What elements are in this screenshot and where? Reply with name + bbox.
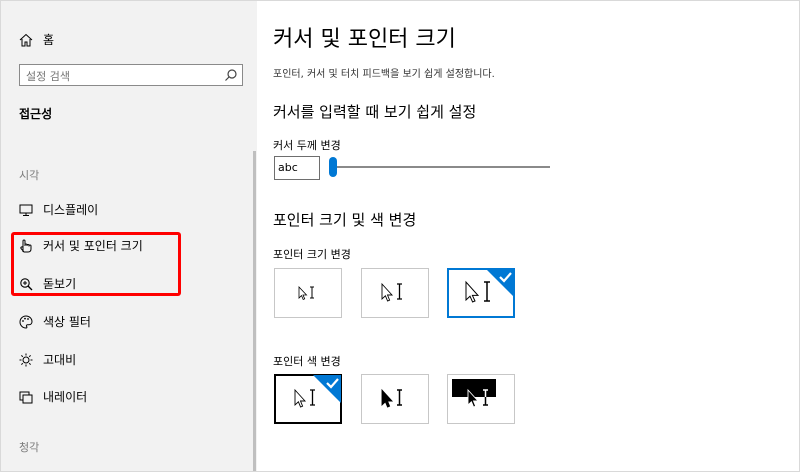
cursor-section-heading: 커서를 입력할 때 보기 쉽게 설정 (273, 103, 477, 121)
pointer-size-medium-option[interactable] (361, 268, 429, 318)
sidebar: 홈 접근성 시각 디스플레이 커서 및 포인터 크기 돋보기 색상 필터 고대비… (1, 1, 257, 471)
settings-search-box[interactable] (19, 64, 243, 87)
cursor-thickness-slider-track[interactable] (332, 166, 550, 168)
home-icon (19, 33, 33, 46)
pointer-size-small-option[interactable] (274, 268, 342, 318)
pointer-color-black-option[interactable] (361, 374, 429, 424)
sidebar-scrollbar[interactable] (253, 151, 256, 471)
home-label: 홈 (43, 33, 55, 47)
sidebar-item-narrator[interactable]: 내레이터 (19, 388, 87, 405)
sidebar-item-label: 고대비 (43, 353, 77, 367)
sidebar-item-display[interactable]: 디스플레이 (19, 201, 98, 218)
narrator-icon (19, 391, 33, 403)
pointer-preview (275, 269, 341, 317)
group-label-vision: 시각 (19, 169, 40, 182)
cursor-thickness-label: 커서 두께 변경 (273, 139, 341, 152)
category-title: 접근성 (19, 107, 53, 121)
group-label-hearing: 청각 (19, 441, 40, 454)
sidebar-item-high-contrast[interactable]: 고대비 (19, 351, 76, 368)
arrow-and-ibeam-icon (467, 388, 488, 408)
pointer-preview (362, 375, 428, 423)
sidebar-home[interactable]: 홈 (19, 31, 54, 48)
search-input[interactable] (20, 66, 222, 87)
brightness-icon (19, 353, 33, 366)
pointer-section-heading: 포인터 크기 및 색 변경 (273, 211, 417, 229)
page-title: 커서 및 포인터 크기 (273, 27, 456, 52)
pointer-color-label: 포인터 색 변경 (273, 355, 341, 368)
annotation-highlight-box (11, 232, 181, 296)
arrow-and-ibeam-icon (381, 388, 402, 408)
selected-check-icon (486, 269, 514, 297)
pointer-size-large-option[interactable] (447, 268, 515, 318)
arrow-and-ibeam-icon (381, 282, 402, 302)
palette-icon (19, 314, 33, 329)
pointer-color-inverted-option[interactable] (447, 374, 515, 424)
pointer-preview (362, 269, 428, 317)
sidebar-item-color-filter[interactable]: 색상 필터 (19, 313, 91, 330)
search-icon[interactable] (224, 68, 238, 82)
page-description: 포인터, 커서 및 터치 피드백을 보기 쉽게 설정합니다. (273, 69, 495, 80)
display-icon (19, 204, 33, 216)
cursor-thickness-preview: abc (274, 156, 320, 180)
pointer-color-white-option[interactable] (274, 374, 342, 424)
arrow-and-ibeam-icon (298, 285, 314, 301)
sidebar-item-label: 색상 필터 (43, 315, 91, 329)
sidebar-item-label: 디스플레이 (43, 203, 99, 217)
main-content: 커서 및 포인터 크기 포인터, 커서 및 터치 피드백을 보기 쉽게 설정합니… (257, 1, 798, 471)
pointer-preview (448, 375, 514, 423)
pointer-size-label: 포인터 크기 변경 (273, 248, 351, 261)
selected-check-icon (313, 375, 341, 403)
cursor-thickness-slider-thumb[interactable] (329, 157, 337, 177)
sidebar-item-label: 내레이터 (43, 390, 88, 404)
